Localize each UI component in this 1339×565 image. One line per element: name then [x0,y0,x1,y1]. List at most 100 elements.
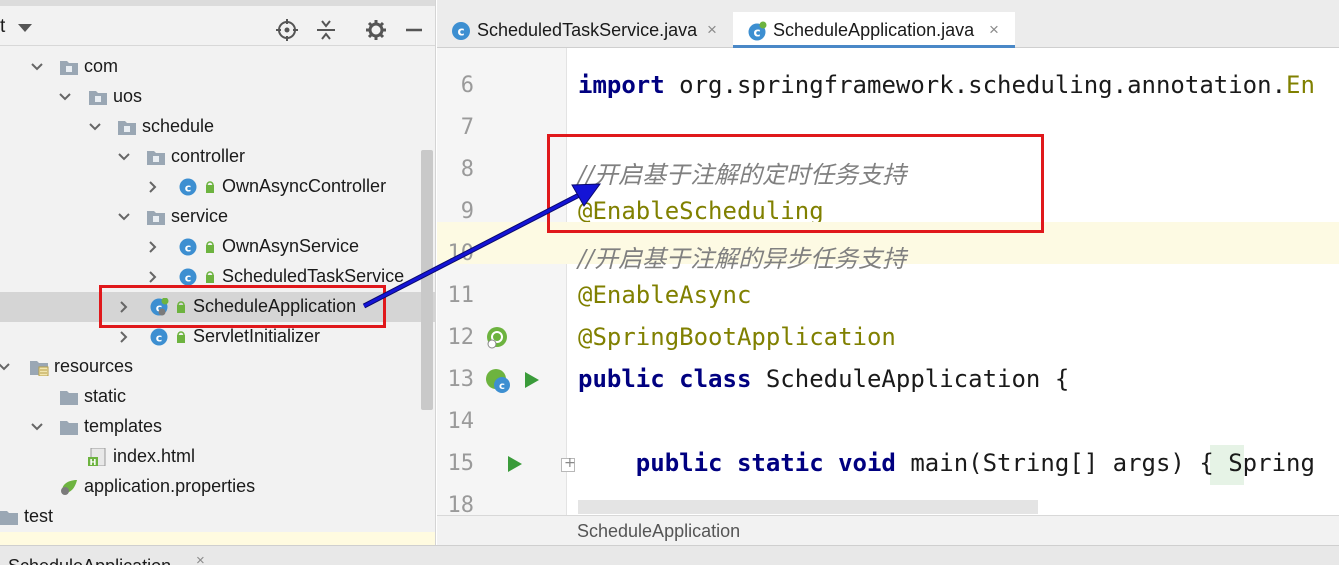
tree-item-label: static [84,386,127,406]
chevron-down-icon[interactable] [30,60,44,74]
tree-item-service[interactable]: service [0,202,435,232]
code-line[interactable]: public class ScheduleApplication { [578,365,1069,393]
svg-text:c: c [457,25,464,39]
run-config-tab[interactable]: ScheduleApplication [8,556,171,565]
close-icon[interactable]: × [196,552,205,565]
project-toolbar: t [0,6,435,46]
run-tool-window-tabs: ScheduleApplication × [0,545,1339,565]
minimize-icon[interactable] [403,19,425,41]
tree-item-label: resources [54,356,134,376]
tree-item-uos[interactable]: uos [0,82,435,112]
target-row-hint [0,532,435,545]
horizontal-scrollbar[interactable] [578,500,1038,514]
class-icon: c [177,178,217,196]
tree-item-controller[interactable]: controller [0,142,435,172]
annotation-token: @EnableAsync [578,281,752,309]
tree-item-com[interactable]: com [0,52,435,82]
package-icon [145,208,167,226]
html-file-icon: H [87,447,109,467]
line-number: 13 [447,367,475,392]
chevron-right-icon[interactable] [146,270,160,284]
run-icon[interactable] [504,454,524,474]
tree-item-static[interactable]: static [0,382,435,412]
chevron-right-icon[interactable] [117,330,131,344]
tree-item-application-properties[interactable]: application.properties [0,472,435,502]
close-icon[interactable]: × [989,20,999,40]
project-tool-window: t com uos schedule controller c OwnAsyncContr… [0,0,436,545]
annotation-token: En [1286,71,1315,99]
code-line[interactable]: @SpringBootApplication [578,323,896,351]
code-line[interactable]: //开启基于注解的异步任务支持 [578,239,906,274]
spring-class-icon[interactable]: c [484,367,512,395]
svg-text:H: H [90,458,97,466]
package-icon [87,88,109,106]
tree-item-label: ScheduledTaskService [222,266,405,286]
tree-item-label: com [84,56,119,76]
folder-icon [0,508,20,526]
tree-item-label: controller [171,146,246,166]
annotation-token: @SpringBootApplication [578,323,896,351]
line-number: 14 [447,409,475,434]
annotation-highlight-box [547,134,1044,233]
breadcrumb: ScheduleApplication [437,515,1339,545]
chevron-down-icon[interactable] [117,210,131,224]
folder-icon [58,418,80,436]
tree-item-label: index.html [113,446,196,466]
tree-item-schedule[interactable]: schedule [0,112,435,142]
tree-item-resources[interactable]: resources [0,352,435,382]
tree-item-label: uos [113,86,143,106]
tab-label: ScheduledTaskService.java [477,20,698,40]
tree-item-label: test [24,506,54,526]
code-token: org.springframework.scheduling.annotatio… [664,71,1287,99]
properties-file-icon [58,478,80,496]
code-token: { [1199,449,1214,477]
line-number: 12 [447,325,475,350]
breadcrumb-item[interactable]: ScheduleApplication [577,521,740,542]
tree-item-templates[interactable]: templates [0,412,435,442]
tree-item-ownasynservice[interactable]: c OwnAsynService [0,232,435,262]
chevron-down-icon[interactable] [30,420,44,434]
tree-item-ownasynccontroller[interactable]: c OwnAsyncController [0,172,435,202]
resources-folder-icon [28,358,50,377]
tab-scheduled-task-service[interactable]: c ScheduledTaskService.java × [437,12,733,48]
tree-item-label: application.properties [84,476,256,496]
editor-tab-bar: c ScheduledTaskService.java × c Schedule… [437,0,1339,48]
keyword-token: public static void [635,449,896,477]
fold-toggle-icon[interactable]: + [561,455,576,472]
code-line[interactable]: import org.springframework.scheduling.an… [578,71,1315,99]
chevron-down-icon[interactable] [88,120,102,134]
line-number: 7 [460,115,474,140]
tree-item-label: templates [84,416,163,436]
svg-text:c: c [499,381,505,392]
code-line[interactable]: public static void main(String[] args) {… [578,449,1315,477]
chevron-right-icon[interactable] [146,240,160,254]
svg-text:c: c [185,272,192,285]
chevron-down-icon[interactable] [58,90,72,104]
line-number: 9 [460,199,474,224]
chevron-down-icon[interactable] [0,360,11,374]
spring-boot-class-icon: c [748,21,767,41]
gear-icon[interactable] [365,19,387,41]
svg-text:c: c [156,332,163,345]
line-number: 8 [460,157,474,182]
plus-icon: + [564,455,576,471]
project-scrollbar[interactable] [421,150,433,410]
keyword-token: public class [578,365,752,393]
code-line[interactable]: @EnableAsync [578,281,751,309]
package-icon [145,148,167,166]
collapse-all-icon[interactable] [315,19,337,41]
tree-item-test[interactable]: test [0,502,435,532]
tree-item-index-html[interactable]: Hindex.html [0,442,435,472]
spring-bean-icon[interactable] [484,325,510,351]
chevron-down-icon[interactable] [18,24,32,32]
svg-text:c: c [753,26,760,40]
folder-icon [58,388,80,406]
chevron-right-icon[interactable] [146,180,160,194]
locate-icon[interactable] [276,19,298,41]
run-icon[interactable] [521,370,541,390]
svg-text:c: c [185,242,192,255]
tab-schedule-application[interactable]: c ScheduleApplication.java × [733,12,1015,48]
close-icon[interactable]: × [707,20,717,40]
project-view-title[interactable]: t [0,16,5,38]
chevron-down-icon[interactable] [117,150,131,164]
